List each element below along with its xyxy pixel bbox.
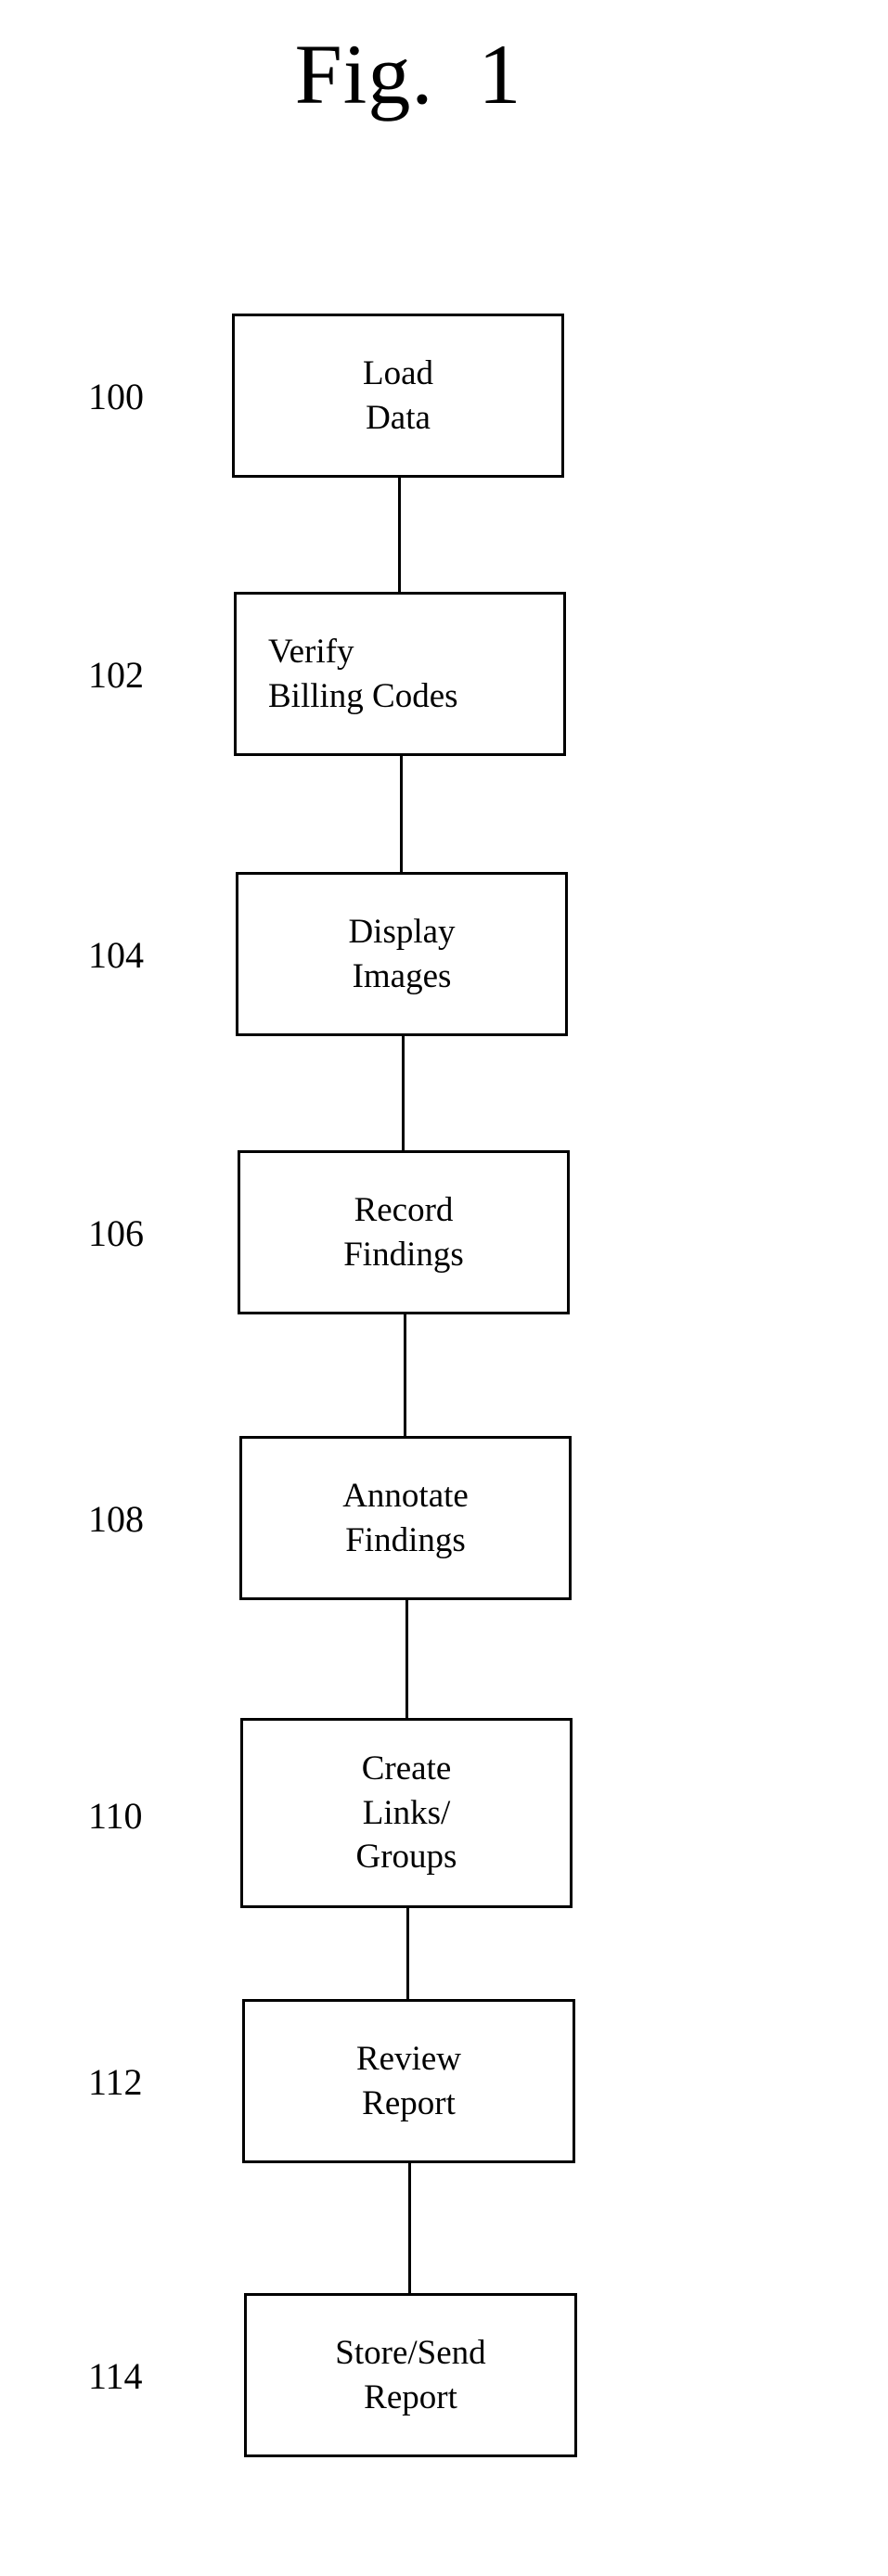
flow-node-label: Load xyxy=(362,354,434,393)
flow-node-label: Store/Send xyxy=(335,2334,486,2373)
flow-connector xyxy=(404,1314,406,1436)
flow-connector xyxy=(405,1600,408,1718)
flow-connector xyxy=(400,756,403,872)
flow-node-label: Report xyxy=(364,2377,457,2416)
flow-node-label: Display xyxy=(348,913,456,952)
flow-node-label: Links/ xyxy=(362,1793,451,1832)
patent-figure: Fig. 1 Load Data Verify Billing Codes Displa… xyxy=(0,0,888,2576)
reference-number-112: 112 xyxy=(88,2061,143,2103)
flow-node-106: Record Findings xyxy=(238,1150,570,1314)
reference-number-104: 104 xyxy=(88,934,144,976)
flow-connector xyxy=(406,1908,409,1999)
reference-number-102: 102 xyxy=(88,654,144,696)
flow-node-label: Report xyxy=(362,2083,456,2122)
flow-connector xyxy=(408,2163,411,2293)
flow-node-label: Create xyxy=(361,1749,452,1788)
flow-node-112: Review Report xyxy=(242,1999,575,2163)
flow-connector xyxy=(398,478,401,592)
flow-node-label: Data xyxy=(366,398,431,437)
reference-number-100: 100 xyxy=(88,376,144,417)
flow-node-label: Review xyxy=(355,2040,462,2079)
reference-number-106: 106 xyxy=(88,1212,144,1254)
reference-number-110: 110 xyxy=(88,1795,143,1837)
flow-node-100: Load Data xyxy=(232,314,564,478)
flow-node-label: Annotate xyxy=(342,1477,469,1516)
reference-number-114: 114 xyxy=(88,2355,143,2397)
reference-number-108: 108 xyxy=(88,1498,144,1540)
flow-node-label: Verify xyxy=(268,633,354,672)
flow-node-label: Findings xyxy=(345,1520,466,1559)
flow-node-102: Verify Billing Codes xyxy=(234,592,566,756)
figure-title: Fig. 1 xyxy=(294,27,522,122)
flow-node-label: Record xyxy=(354,1191,454,1230)
flow-connector xyxy=(402,1036,405,1150)
flow-node-label: Images xyxy=(352,956,452,995)
flow-node-label: Billing Codes xyxy=(268,676,458,715)
flow-node-110: Create Links/Groups xyxy=(240,1718,573,1908)
flow-node-104: Display Images xyxy=(236,872,568,1036)
flow-node-label: Groups xyxy=(355,1838,457,1877)
flow-node-114: Store/Send Report xyxy=(244,2293,577,2457)
flow-node-108: Annotate Findings xyxy=(239,1436,572,1600)
flow-node-label: Findings xyxy=(343,1235,464,1274)
